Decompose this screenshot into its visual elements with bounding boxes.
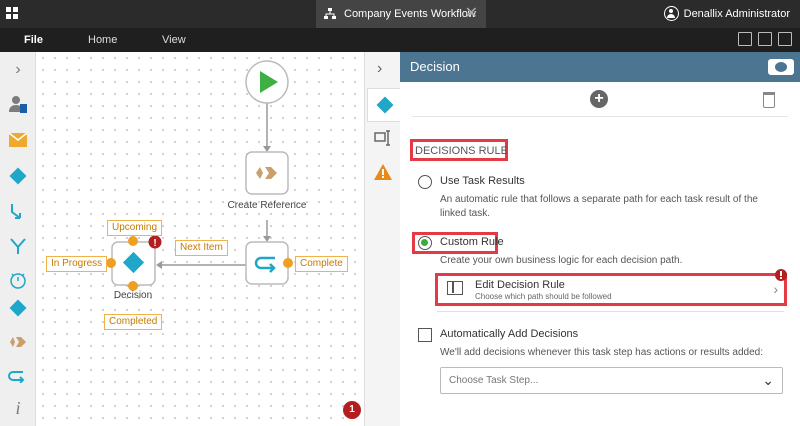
decision-alt-icon[interactable] [6,296,30,320]
decision-properties-panel: Decision + DECISIONS RULE Use Task Resul… [400,52,800,426]
panel-options-button[interactable] [768,59,794,75]
radio-custom-rule[interactable] [418,236,432,250]
add-decision-button[interactable]: + [590,90,608,108]
user-avatar-icon [663,6,679,21]
in-progress-port [106,258,116,268]
tag-completed[interactable]: Completed [104,314,163,330]
tag-complete[interactable]: Complete [295,256,348,272]
document-tab-title: Company Events Workflow [344,8,476,20]
warning-icon[interactable] [374,164,392,180]
panel-header: Decision [400,52,800,82]
user-task-icon[interactable] [6,92,30,116]
upcoming-port [128,236,138,246]
workflow-canvas[interactable]: ! Create Reference Decision Upcoming In … [37,52,364,426]
toolbox-sidebar: › i [0,52,36,426]
merge-down-icon[interactable] [6,199,30,223]
tag-in-progress[interactable]: In Progress [46,256,108,272]
export-icon[interactable] [758,32,772,46]
fit-screen-icon[interactable] [738,32,752,46]
split-icon[interactable] [6,234,30,258]
edit-decision-rule-button[interactable]: Edit Decision Rule Choose which path sho… [437,275,786,306]
edit-rule-error-icon [775,269,787,281]
loop-icon[interactable] [6,364,30,388]
title-bar: Company Events Workflow ✕ Denallix Admin… [0,0,800,28]
tag-upcoming[interactable]: Upcoming [107,220,163,236]
user-name: Denallix Administrator [683,8,790,20]
create-reference-node [245,151,289,195]
auto-add-label: Automatically Add Decisions [440,328,579,340]
edit-rule-subtitle: Choose which path should be followed [475,292,612,301]
connector-arrowhead [263,146,271,152]
tab-decision-properties[interactable] [367,88,401,122]
section-title: DECISIONS RULE [415,145,508,157]
property-tabs-strip: › [364,52,401,426]
auto-add-desc: We'll add decisions whenever this task s… [440,347,764,358]
decision-label: Decision [113,290,153,301]
connector-arrowhead [156,261,162,269]
delete-icon[interactable] [763,92,775,108]
workflow-diagram: ! [106,60,293,291]
text-properties-icon[interactable] [374,130,392,146]
expand-toolbox-icon[interactable]: › [6,58,30,82]
app-grid-icon[interactable] [6,7,20,21]
save-icon[interactable] [778,32,792,46]
create-reference-label: Create Reference [227,200,307,211]
decision-tool-icon[interactable] [6,164,30,188]
complete-port [283,258,293,268]
option-use-task-results-label: Use Task Results [440,175,525,187]
menu-bar: File Home View [0,28,800,52]
error-count-badge[interactable]: 1 [343,401,361,419]
edit-rule-title: Edit Decision Rule [475,279,565,291]
user-menu[interactable]: Denallix Administrator [663,0,790,28]
chevron-down-icon: ⌄ [762,372,774,388]
option-use-task-results-desc: An automatic rule that follows a separat… [440,194,758,219]
email-icon[interactable] [6,128,30,152]
menu-actions [738,32,792,46]
panel-separator [412,116,788,117]
timer-icon[interactable] [6,268,30,292]
task-step-select[interactable]: Choose Task Step... ⌄ [440,367,783,394]
auto-add-decisions-checkbox[interactable] [418,328,432,342]
rule-layout-icon [447,281,463,295]
section-divider [437,311,784,312]
loop-node [245,241,289,285]
reference-icon[interactable] [6,330,30,354]
connector-arrowhead [263,236,271,242]
menu-view[interactable]: View [162,28,186,52]
svg-text:!: ! [153,238,156,249]
option-custom-rule-label: Custom Rule [440,236,504,248]
close-tab-icon[interactable]: ✕ [465,0,478,28]
document-tab[interactable]: Company Events Workflow ✕ [316,0,486,28]
tag-next-item[interactable]: Next Item [175,240,228,256]
menu-file[interactable]: File [24,28,43,52]
panel-title: Decision [410,59,460,74]
radio-use-task-results[interactable] [418,175,432,189]
workflow-icon [324,8,336,19]
collapse-panel-icon[interactable]: › [377,60,382,78]
chevron-right-icon: › [773,281,778,297]
option-custom-rule-desc: Create your own business logic for each … [440,255,683,266]
menu-home[interactable]: Home [88,28,117,52]
task-step-placeholder: Choose Task Step... [449,375,539,386]
info-icon[interactable]: i [6,396,30,420]
decision-tab-icon [376,96,393,114]
